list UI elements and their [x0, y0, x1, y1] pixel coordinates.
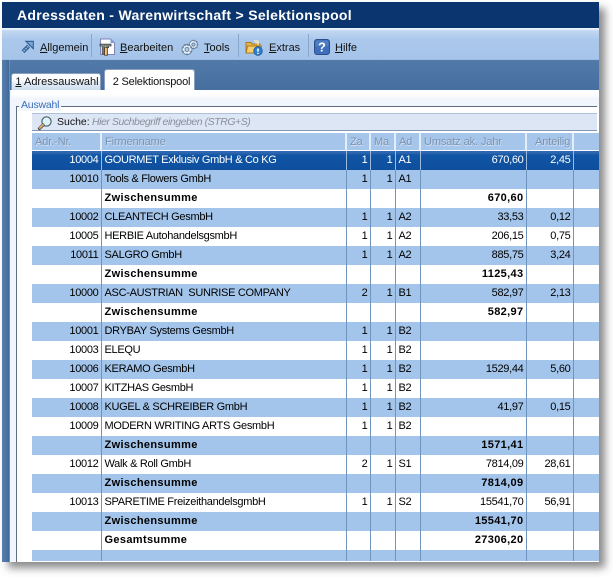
svg-text:?: ?	[318, 41, 326, 55]
